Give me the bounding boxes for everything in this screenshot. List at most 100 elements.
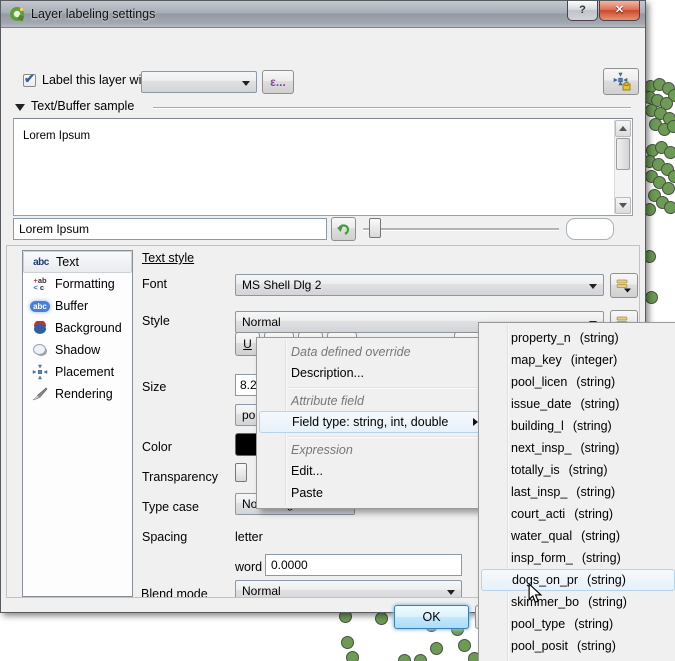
size-label: Size <box>142 380 166 394</box>
submenu-item-skimmer_bo[interactable]: skimmer_bo(string) <box>479 591 675 613</box>
submenu-item-next_insp_[interactable]: next_insp_(string) <box>479 437 675 459</box>
sidebar-item-label: Formatting <box>52 277 115 291</box>
sample-size-slider[interactable] <box>363 228 559 230</box>
field-name: map_key <box>511 353 562 367</box>
submenu-item-pool_posit[interactable]: pool_posit(string) <box>479 635 675 657</box>
sample-section-header[interactable]: Text/Buffer sample <box>31 99 134 113</box>
menu-separator <box>288 436 487 437</box>
submenu-item-building_l[interactable]: building_l(string) <box>479 415 675 437</box>
ok-button-label: OK <box>422 610 440 624</box>
sidebar-item-label: Text <box>53 255 79 269</box>
submenu-item-insp_form_[interactable]: insp_form_(string) <box>479 547 675 569</box>
menu-item-description[interactable]: Description... <box>257 362 489 384</box>
reset-sample-button[interactable] <box>331 217 356 241</box>
submenu-item-dogs_on_pr[interactable]: dogs_on_pr(string) <box>481 569 675 591</box>
blend-mode-combo[interactable]: Normal <box>235 580 462 598</box>
field-type: (string) <box>580 393 619 415</box>
sidebar-item-label: Placement <box>52 365 114 379</box>
field-type: (string) <box>580 327 619 349</box>
map-point <box>414 654 427 661</box>
text-sample-preview: Lorem Ipsum <box>13 118 633 216</box>
scroll-up-button[interactable] <box>615 120 631 137</box>
field-type: (string) <box>580 437 619 459</box>
submenu-item-court_acti[interactable]: court_acti(string) <box>479 503 675 525</box>
sidebar-item-buffer[interactable]: abc Buffer <box>23 295 132 317</box>
menu-header-expression: Expression <box>257 440 489 460</box>
font-combo[interactable]: MS Shell Dlg 2 <box>235 274 604 296</box>
field-type: (string) <box>576 371 615 393</box>
font-data-defined-button[interactable] <box>610 273 638 298</box>
map-point <box>662 182 675 195</box>
submenu-item-last_insp_[interactable]: last_insp_ (string) <box>479 481 675 503</box>
submenu-item-pool_licen[interactable]: pool_licen(string) <box>479 371 675 393</box>
sample-text-input[interactable]: Lorem Ipsum <box>13 218 327 240</box>
text-style-heading: Text style <box>142 251 194 265</box>
field-name: court_acti <box>511 507 565 521</box>
field-name: last_insp_ <box>511 485 567 499</box>
submenu-item-property_n[interactable]: property_n(string) <box>479 327 675 349</box>
context-menu: Data defined override Description... Att… <box>256 337 490 509</box>
menu-item-paste[interactable]: Paste <box>257 482 489 504</box>
submenu-item-pool_type[interactable]: pool_type(string) <box>479 613 675 635</box>
scrollbar-thumb[interactable] <box>616 138 630 170</box>
auto-placement-settings-button[interactable] <box>603 68 639 95</box>
spacing-label: Spacing <box>142 530 187 544</box>
close-button[interactable]: ✕ <box>599 1 640 21</box>
ok-button[interactable]: OK <box>394 605 469 629</box>
transparency-slider-handle[interactable] <box>235 463 247 482</box>
field-type: (string) <box>569 459 608 481</box>
collapse-arrow-icon[interactable] <box>15 104 25 111</box>
submenu-item-partial[interactable]: fence_type(string) <box>479 657 675 661</box>
submenu-item-water_qual[interactable]: water_qual(string) <box>479 525 675 547</box>
type-case-label: Type case <box>142 500 199 514</box>
word-spacing-input[interactable]: 0.0000 <box>265 554 462 576</box>
field-name: building_l <box>511 419 564 433</box>
settings-sidebar: abc Text +ab< c Formatting abc Buffer <box>22 250 133 597</box>
field-name: pool_type <box>511 617 565 631</box>
sidebar-item-text[interactable]: abc Text <box>23 251 132 273</box>
submenu-item-map_key[interactable]: map_key(integer) <box>479 349 675 371</box>
dropdown-arrow-icon <box>589 284 597 289</box>
menu-item-edit[interactable]: Edit... <box>257 460 489 482</box>
submenu-item-totally_is[interactable]: totally_is (string) <box>479 459 675 481</box>
field-name: totally_is <box>511 463 560 477</box>
sidebar-item-label: Shadow <box>52 343 100 357</box>
font-combo-value: MS Shell Dlg 2 <box>242 278 321 292</box>
sample-text-input-value: Lorem Ipsum <box>19 222 89 236</box>
menu-header-data-defined: Data defined override <box>257 342 489 362</box>
preview-scrollbar[interactable] <box>614 120 631 214</box>
underline-icon: U <box>243 337 252 351</box>
sidebar-item-rendering[interactable]: Rendering <box>23 383 132 405</box>
text-abc-icon: abc <box>29 254 53 270</box>
field-type: (string) <box>588 591 627 613</box>
sidebar-item-placement[interactable]: Placement <box>23 361 132 383</box>
font-label: Font <box>142 277 167 291</box>
value-box[interactable] <box>566 218 614 240</box>
section-divider <box>153 107 631 108</box>
menu-item-field-type[interactable]: Field type: string, int, double <box>259 411 487 433</box>
dialog-title: Layer labeling settings <box>31 7 155 21</box>
sidebar-item-formatting[interactable]: +ab< c Formatting <box>23 273 132 295</box>
help-button[interactable]: ? <box>567 1 598 21</box>
submenu-item-issue_date[interactable]: issue_date(string) <box>479 393 675 415</box>
expression-builder-button[interactable]: ε... <box>262 70 294 94</box>
auto-placement-icon <box>610 72 632 92</box>
scroll-down-button[interactable] <box>615 197 631 214</box>
sidebar-item-background[interactable]: Background <box>23 317 132 339</box>
field-type: (string) <box>581 525 620 547</box>
map-point <box>667 120 675 133</box>
field-type: (string) <box>576 481 615 503</box>
blend-mode-label: Blend mode <box>141 587 208 598</box>
checkmark-icon: ✔ <box>24 71 35 87</box>
sidebar-item-shadow[interactable]: Shadow <box>23 339 132 361</box>
dropdown-arrow-icon <box>447 590 455 595</box>
arrow-up-icon <box>619 126 627 131</box>
label-field-combo[interactable] <box>141 71 257 93</box>
map-point <box>346 651 359 661</box>
label-layer-checkbox[interactable]: ✔ <box>23 74 36 87</box>
dialog-titlebar[interactable]: Layer labeling settings ? ✕ <box>1 1 645 28</box>
field-type: (string) <box>582 547 621 569</box>
slider-handle[interactable] <box>369 218 381 238</box>
mouse-cursor <box>527 584 543 604</box>
label-layer-label: Label this layer with <box>42 73 152 87</box>
